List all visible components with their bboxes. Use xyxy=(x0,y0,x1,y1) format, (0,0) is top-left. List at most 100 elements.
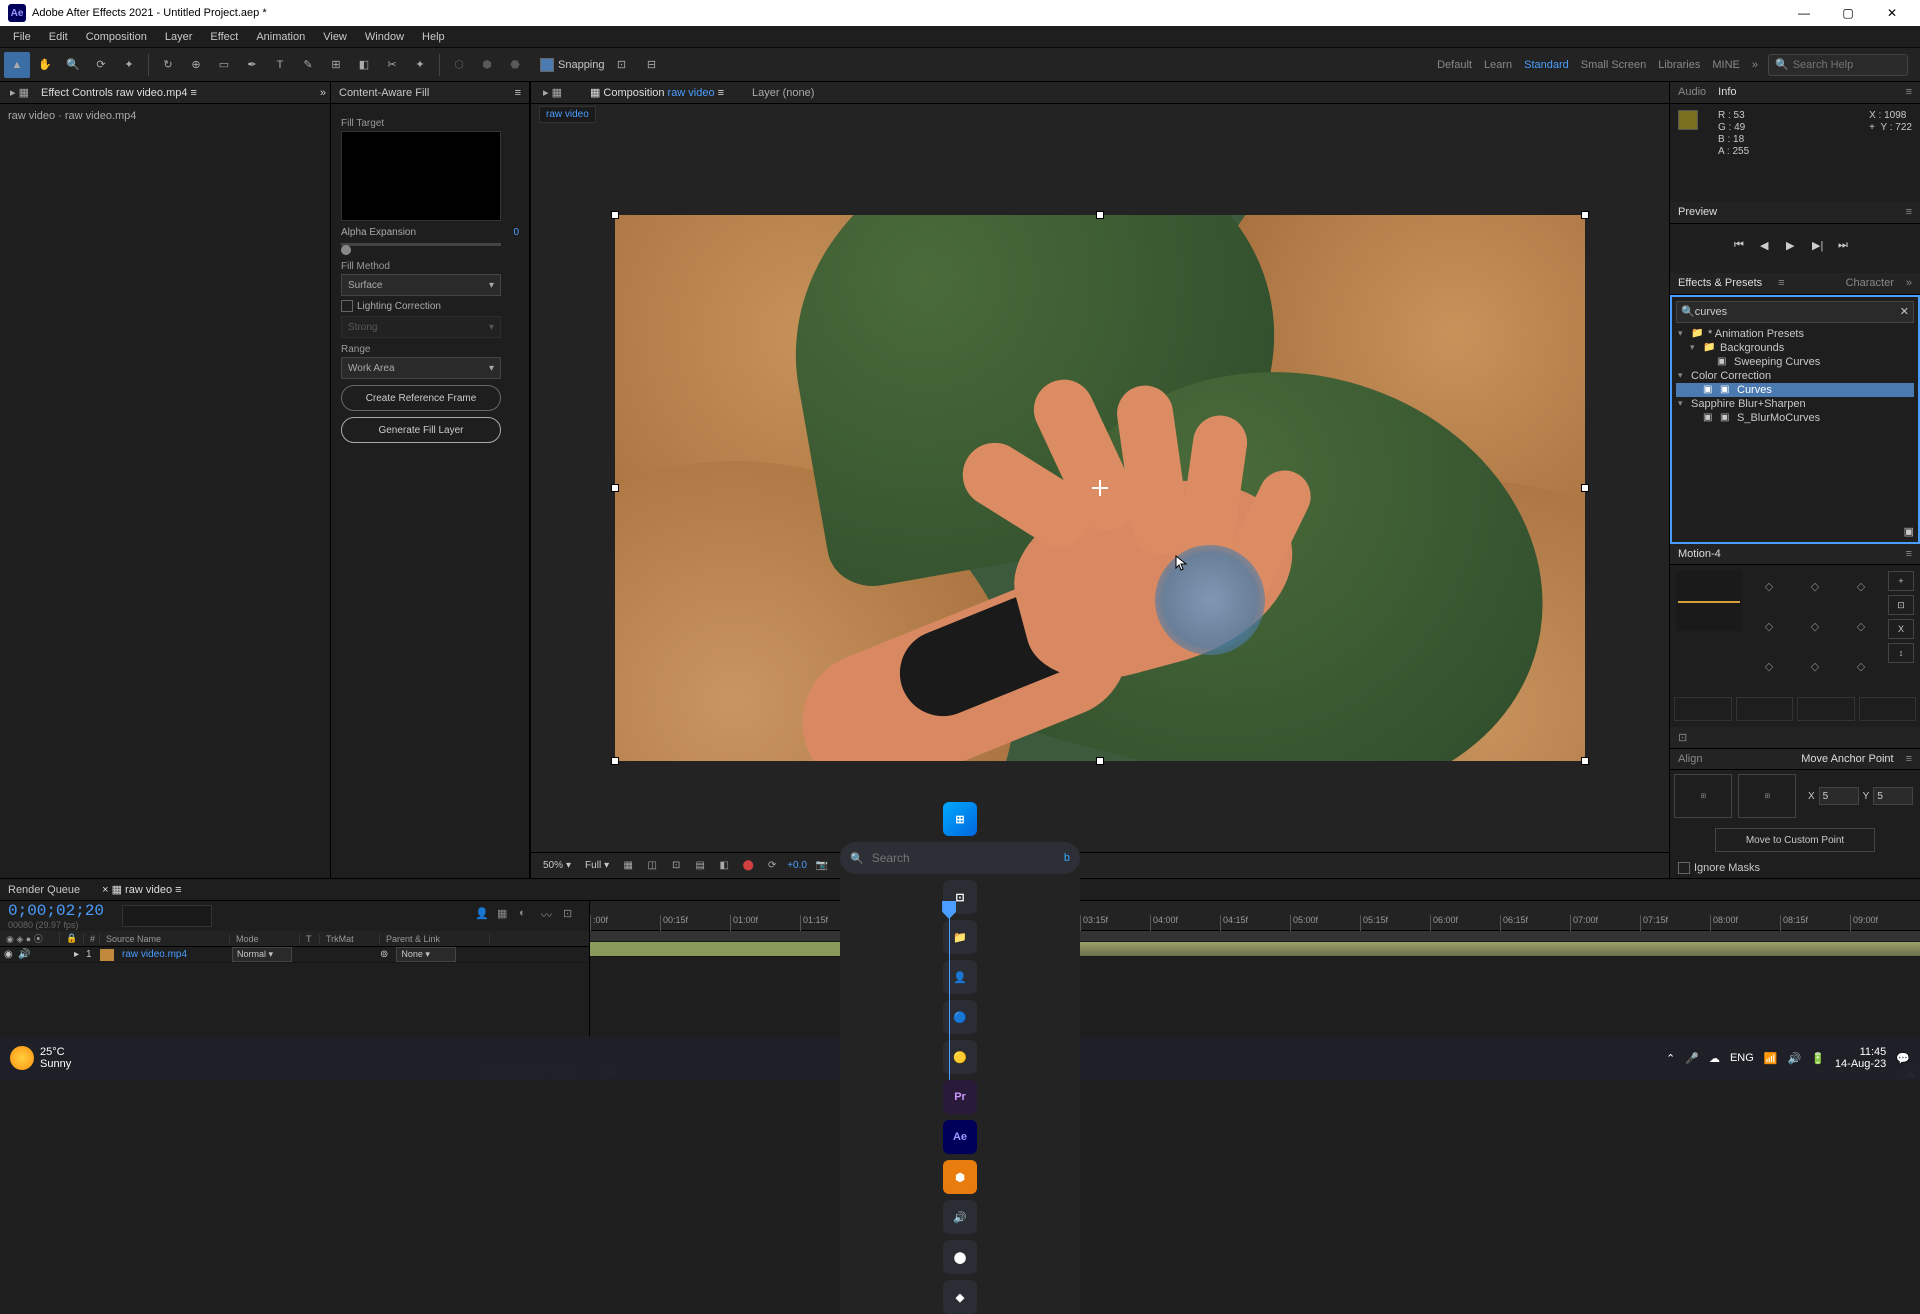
layer-name[interactable]: raw video.mp4 xyxy=(118,949,228,960)
help-search-input[interactable] xyxy=(1793,59,1893,71)
handle-bl[interactable] xyxy=(611,757,619,765)
menu-layer[interactable]: Layer xyxy=(156,28,202,46)
work-area-bar[interactable] xyxy=(590,931,1920,941)
frameblend-icon[interactable]: ▦ xyxy=(497,907,515,925)
tree-blurmo[interactable]: ▣▣S_BlurMoCurves xyxy=(1676,411,1914,425)
help-search[interactable]: 🔍 xyxy=(1768,54,1908,76)
layer-color-icon[interactable] xyxy=(100,949,114,961)
panel-menu-icon[interactable]: ≡ xyxy=(1778,277,1784,289)
tray-notification-icon[interactable]: 💬 xyxy=(1896,1052,1910,1065)
taskbar-search[interactable]: 🔍 b xyxy=(840,842,1080,874)
effects-search-input[interactable] xyxy=(1695,306,1900,318)
tray-onedrive-icon[interactable]: ☁ xyxy=(1709,1052,1720,1065)
first-frame-button[interactable]: ⏮ xyxy=(1734,239,1752,257)
tray-time[interactable]: 11:45 xyxy=(1835,1046,1886,1058)
effects-search[interactable]: 🔍 ✕ xyxy=(1676,301,1914,323)
tree-sweeping-curves[interactable]: ▣Sweeping Curves xyxy=(1676,355,1914,369)
generate-fill-button[interactable]: Generate Fill Layer xyxy=(341,417,501,443)
hand-tool[interactable]: ✋ xyxy=(32,52,58,78)
type-tool[interactable]: T xyxy=(267,52,293,78)
alpha-expansion-slider[interactable] xyxy=(341,243,501,255)
effects-presets-tab[interactable]: Effects & Presets xyxy=(1678,277,1762,289)
exposure-value[interactable]: +0.0 xyxy=(787,860,807,871)
orbit-tool[interactable]: ⟳ xyxy=(88,52,114,78)
lighting-checkbox[interactable] xyxy=(341,300,353,312)
blend-mode-select[interactable]: Normal ▾ xyxy=(232,947,292,962)
shape-rect-tool[interactable]: ▭ xyxy=(211,52,237,78)
snapping-checkbox[interactable] xyxy=(540,58,554,72)
app-icon[interactable]: ⬤ xyxy=(943,1240,977,1274)
alpha-expansion-value[interactable]: 0 xyxy=(513,227,519,238)
motion-side-btn[interactable]: + xyxy=(1888,571,1914,591)
close-button[interactable]: ✕ xyxy=(1872,0,1912,26)
fill-method-select[interactable]: Surface ▾ xyxy=(341,274,501,296)
pen-tool[interactable]: ✒ xyxy=(239,52,265,78)
header-t[interactable]: T xyxy=(300,934,320,944)
motion-cell[interactable]: ◇ xyxy=(1748,651,1790,681)
handle-tr[interactable] xyxy=(1581,211,1589,219)
handle-bm[interactable] xyxy=(1096,757,1104,765)
effect-controls-tab[interactable]: Effect Controls raw video.mp4 ≡ xyxy=(35,87,203,99)
panel-menu-icon[interactable]: ≡ xyxy=(1906,753,1912,765)
app-icon[interactable]: ◆ xyxy=(943,1280,977,1314)
clear-search-icon[interactable]: ✕ xyxy=(1900,305,1909,318)
footage-tab-icon[interactable]: ▸ ▦ xyxy=(537,86,568,99)
tree-anim-presets[interactable]: ▾📁* Animation Presets xyxy=(1676,327,1914,341)
maximize-button[interactable]: ▢ xyxy=(1828,0,1868,26)
view-axis-icon[interactable]: ⬣ xyxy=(502,52,528,78)
layer-1-track[interactable] xyxy=(590,941,1920,957)
motion-cell[interactable]: ◇ xyxy=(1794,611,1836,641)
workspace-libraries[interactable]: Libraries xyxy=(1658,59,1700,71)
premiere-icon[interactable]: Pr xyxy=(943,1080,977,1114)
rotation-tool[interactable]: ↻ xyxy=(155,52,181,78)
anchor-grid-1[interactable]: ⊞ xyxy=(1674,774,1732,818)
tray-mic-icon[interactable]: 🎤 xyxy=(1685,1052,1699,1065)
time-ruler[interactable]: :00f00:15f01:00f01:15f02:00f02:15f03:00f… xyxy=(590,901,1920,931)
handle-mr[interactable] xyxy=(1581,484,1589,492)
tab-menu-icon[interactable]: ≡ xyxy=(190,87,196,99)
menu-effect[interactable]: Effect xyxy=(201,28,247,46)
motion-cell[interactable]: ◇ xyxy=(1748,571,1790,601)
motion-btn[interactable] xyxy=(1797,697,1855,721)
workspace-overflow-icon[interactable]: » xyxy=(1752,59,1758,71)
channel-icon[interactable]: ◧ xyxy=(715,857,733,875)
last-frame-button[interactable]: ⏭ xyxy=(1838,239,1856,257)
menu-help[interactable]: Help xyxy=(413,28,454,46)
anchor-y-input[interactable] xyxy=(1873,787,1913,805)
weather-widget[interactable]: 25°C Sunny xyxy=(10,1046,71,1070)
axis-tool[interactable]: ✦ xyxy=(116,52,142,78)
anchor-tool[interactable]: ⊕ xyxy=(183,52,209,78)
tabs-overflow-icon[interactable]: » xyxy=(1906,277,1912,289)
composition-tab[interactable]: ▦ Composition raw video ≡ xyxy=(584,86,730,99)
menu-view[interactable]: View xyxy=(314,28,356,46)
zoom-select[interactable]: 50% ▾ xyxy=(539,860,575,871)
header-mode[interactable]: Mode xyxy=(230,934,300,944)
transparency-grid-icon[interactable]: ▦ xyxy=(619,857,637,875)
info-tab[interactable]: Info xyxy=(1718,86,1736,98)
handle-ml[interactable] xyxy=(611,484,619,492)
parent-select[interactable]: None ▾ xyxy=(396,947,456,962)
color-mgmt-icon[interactable]: ⬤ xyxy=(739,857,757,875)
chrome-icon[interactable]: 🟡 xyxy=(943,1040,977,1074)
motion-btn[interactable] xyxy=(1674,697,1732,721)
roi-icon[interactable]: ⊡ xyxy=(667,857,685,875)
handle-br[interactable] xyxy=(1581,757,1589,765)
tray-date[interactable]: 14-Aug-23 xyxy=(1835,1058,1886,1070)
visibility-toggle[interactable]: ◉ xyxy=(0,949,14,960)
audio-tab[interactable]: Audio xyxy=(1678,86,1706,98)
handle-tm[interactable] xyxy=(1096,211,1104,219)
popout-icon[interactable]: ⊡ xyxy=(1678,731,1687,744)
header-parent[interactable]: Parent & Link xyxy=(380,934,490,944)
render-queue-tab[interactable]: Render Queue xyxy=(8,884,80,896)
workspace-smallscreen[interactable]: Small Screen xyxy=(1581,59,1646,71)
tree-color-correction[interactable]: ▾Color Correction xyxy=(1676,369,1914,383)
timeline-search[interactable] xyxy=(122,905,212,927)
bing-icon[interactable]: b xyxy=(1064,852,1070,864)
motion-cell[interactable]: ◇ xyxy=(1840,611,1882,641)
header-source[interactable]: Source Name xyxy=(100,934,230,944)
panel-menu-icon[interactable]: ≡ xyxy=(1906,206,1912,218)
anchor-x-input[interactable] xyxy=(1819,787,1859,805)
puppet-tool[interactable]: ✦ xyxy=(407,52,433,78)
tree-backgrounds[interactable]: ▾📁Backgrounds xyxy=(1676,341,1914,355)
aftereffects-icon[interactable]: Ae xyxy=(943,1120,977,1154)
